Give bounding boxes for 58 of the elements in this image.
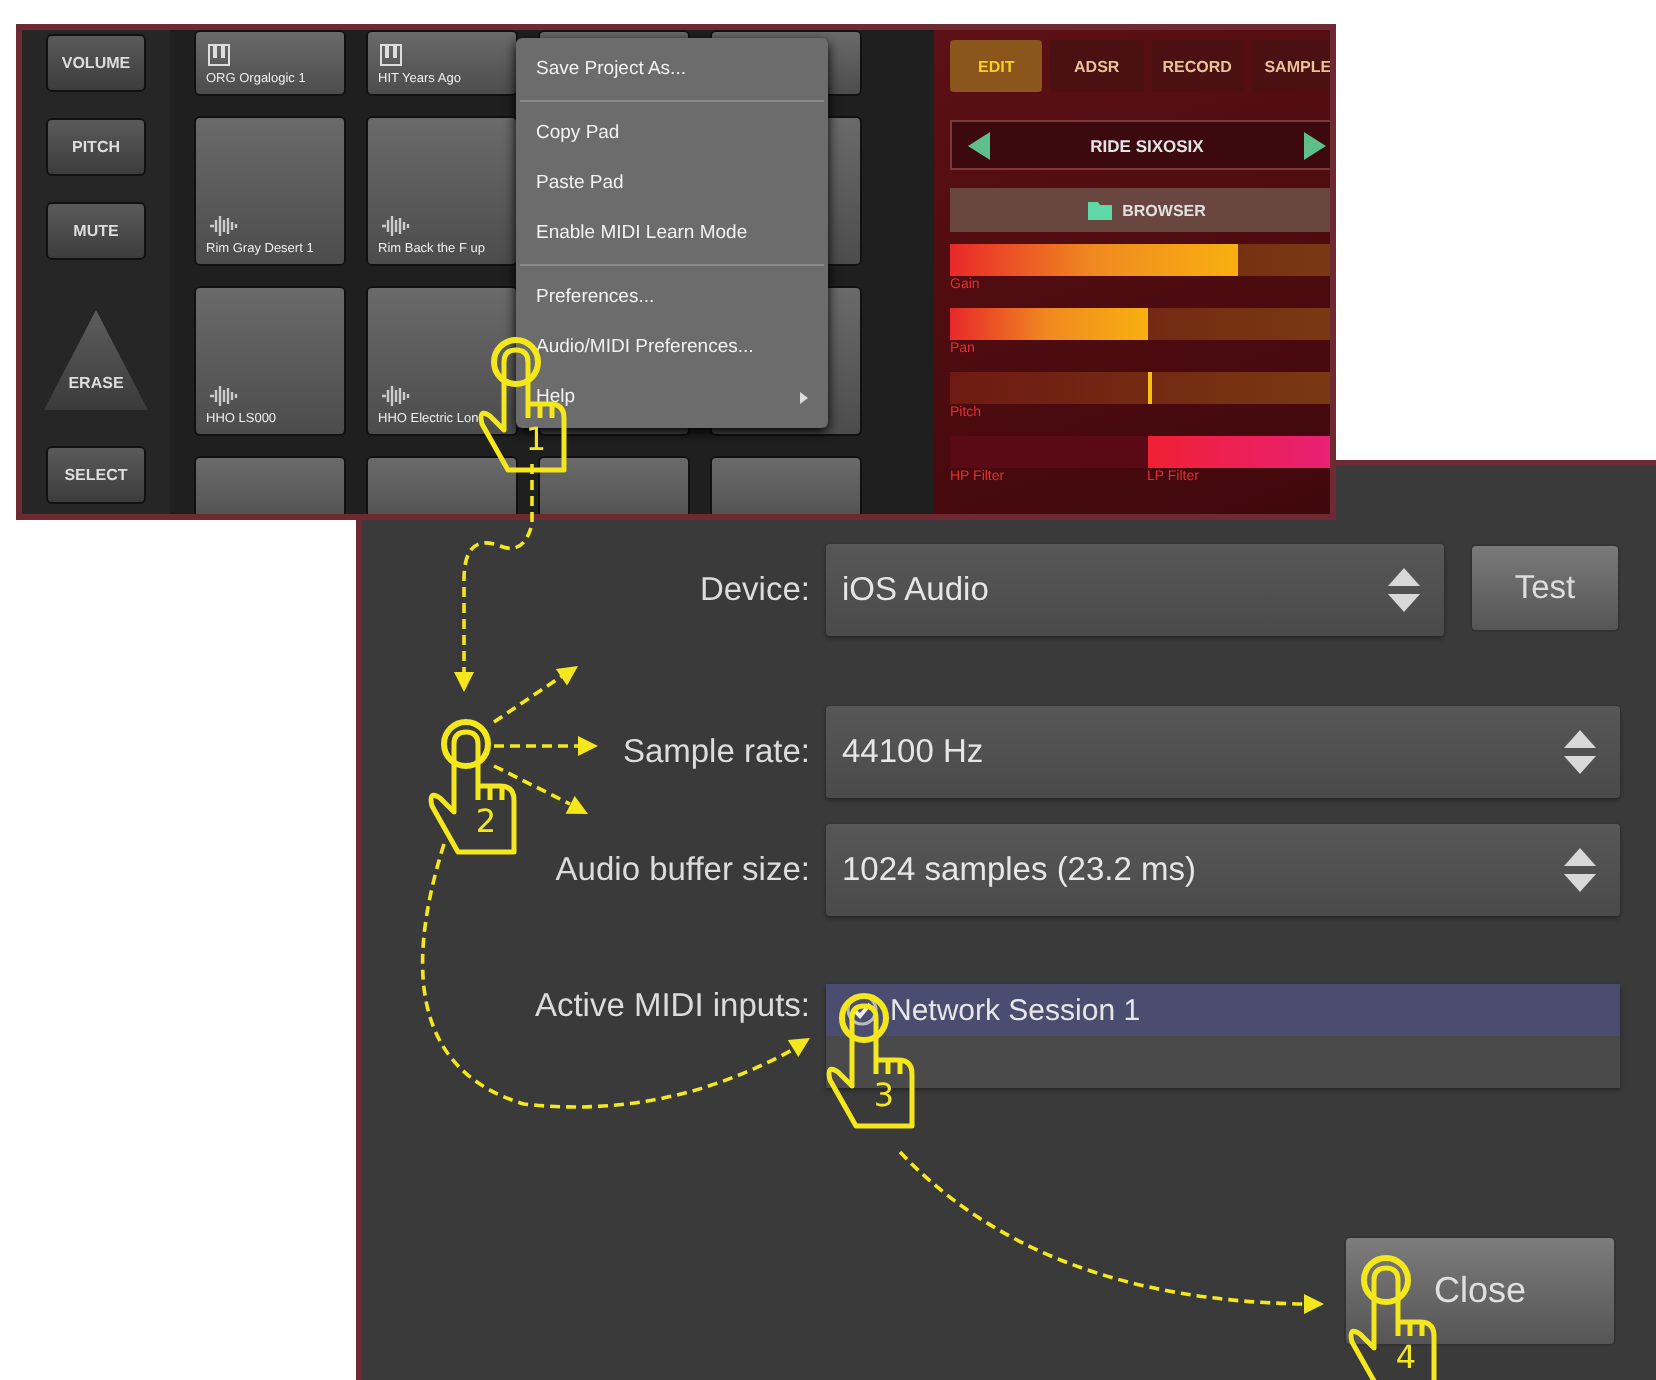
- slider-track[interactable]: [950, 372, 1330, 404]
- filter-slider[interactable]: [1147, 436, 1330, 468]
- menu-item[interactable]: Help: [520, 372, 824, 422]
- dashed-arrow: [493, 764, 588, 814]
- side-button[interactable]: VOLUME: [46, 34, 146, 92]
- menu-item[interactable]: Enable MIDI Learn Mode: [520, 208, 824, 258]
- menu-item[interactable]: Save Project As...: [520, 44, 824, 94]
- browser-button[interactable]: BROWSER: [950, 188, 1330, 232]
- left-arrow-icon[interactable]: [968, 131, 990, 159]
- midi-input-item[interactable]: Network Session 1: [826, 984, 1620, 1036]
- dropdown-field[interactable]: 44100 Hz: [826, 706, 1620, 798]
- keyboard-icon: [208, 44, 230, 66]
- tab[interactable]: EDIT: [950, 40, 1043, 92]
- menu-item[interactable]: Paste Pad: [520, 158, 824, 208]
- stepper-icon: [1564, 730, 1596, 774]
- erase-button[interactable]: ERASE: [44, 310, 148, 410]
- submenu-arrow-icon: [800, 391, 808, 403]
- close-button[interactable]: Close: [1344, 1236, 1616, 1346]
- menu-item[interactable]: Copy Pad: [520, 108, 824, 158]
- waveform-icon: [380, 216, 412, 236]
- field-label: Device:: [699, 571, 810, 609]
- field-label: Sample rate:: [622, 733, 810, 771]
- filter-slider[interactable]: [950, 436, 1147, 468]
- step-number: 3: [873, 1076, 895, 1114]
- pointing-hand-icon: [1348, 1255, 1437, 1380]
- drum-pad[interactable]: [194, 456, 346, 514]
- side-button[interactable]: SELECT: [46, 446, 146, 504]
- slider-track[interactable]: [950, 308, 1330, 340]
- preset-name: RIDE SIXOSIX: [1090, 135, 1204, 155]
- test-button[interactable]: Test: [1470, 544, 1620, 632]
- tab[interactable]: ADSR: [1050, 40, 1143, 92]
- stepper-icon: [1564, 848, 1596, 892]
- menu-item[interactable]: Audio/MIDI Preferences...: [520, 322, 824, 372]
- right-arrow-icon[interactable]: [1304, 131, 1326, 159]
- dropdown-field[interactable]: 1024 samples (23.2 ms): [826, 824, 1620, 916]
- checkmark-icon[interactable]: [846, 994, 878, 1026]
- step-number: 1: [525, 420, 547, 458]
- dashed-arrow: [494, 736, 598, 756]
- step-number: 2: [475, 802, 497, 840]
- drum-pad[interactable]: [538, 456, 690, 514]
- waveform-icon: [208, 386, 240, 406]
- field-label: Active MIDI inputs:: [534, 988, 810, 1026]
- keyboard-icon: [380, 44, 402, 66]
- tab[interactable]: SAMPLE: [1251, 40, 1330, 92]
- slider-track[interactable]: [950, 244, 1330, 276]
- folder-icon: [1088, 201, 1113, 219]
- field-label: Audio buffer size:: [555, 851, 810, 889]
- side-button[interactable]: PITCH: [46, 118, 146, 176]
- drum-pad[interactable]: [366, 456, 518, 514]
- side-button[interactable]: MUTE: [46, 202, 146, 260]
- waveform-icon: [380, 386, 412, 406]
- tab[interactable]: RECORD: [1151, 40, 1244, 92]
- pointing-hand-icon: [428, 719, 517, 855]
- stepper-icon: [1388, 568, 1420, 612]
- dropdown-field[interactable]: iOS Audio: [826, 544, 1444, 636]
- drum-pad[interactable]: [710, 456, 862, 514]
- waveform-icon: [208, 216, 240, 236]
- menu-item[interactable]: Preferences...: [520, 272, 824, 322]
